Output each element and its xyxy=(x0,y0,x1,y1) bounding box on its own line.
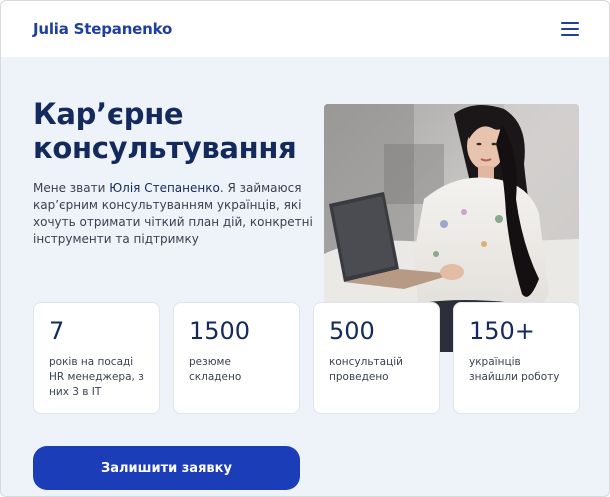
stat-label: українців знайшли роботу xyxy=(469,356,560,383)
brand-logo[interactable]: Julia Stepanenko xyxy=(33,20,172,38)
hero-title: Кар’єрне консультування xyxy=(33,97,323,165)
stat-card: 1500 резюме складено xyxy=(173,302,300,414)
menu-bar xyxy=(561,34,579,36)
hero-text-before: Мене звати xyxy=(33,181,110,195)
menu-bar xyxy=(561,28,579,30)
site-header: Julia Stepanenko xyxy=(1,1,609,57)
hero-description: Мене звати Юлія Степаненко. Я займаюся к… xyxy=(33,180,313,248)
stat-label: резюме складено xyxy=(189,356,242,383)
hero-title-line1: Кар’єрне xyxy=(33,97,184,131)
hero-text-name: Юлія Степаненко xyxy=(109,181,220,195)
stat-card: 7 років на посаді HR менеджера, з них 3 … xyxy=(33,302,160,414)
hamburger-menu-icon[interactable] xyxy=(561,22,579,36)
page: Julia Stepanenko Кар’єрне консультування… xyxy=(0,0,610,497)
stat-value: 7 xyxy=(49,317,65,345)
stat-card: 150+ українців знайшли роботу xyxy=(453,302,580,414)
stat-label: консультацій проведено xyxy=(329,356,403,383)
hero-title-line2: консультування xyxy=(33,131,297,165)
stat-label: років на посаді HR менеджера, з них 3 в … xyxy=(49,356,144,398)
menu-bar xyxy=(561,22,579,24)
stats-row: 7 років на посаді HR менеджера, з них 3 … xyxy=(33,302,580,414)
stat-card: 500 консультацій проведено xyxy=(313,302,440,414)
stat-value: 500 xyxy=(329,317,375,345)
stat-value: 1500 xyxy=(189,317,251,345)
submit-request-button[interactable]: Залишити заявку xyxy=(33,446,300,490)
stat-value: 150+ xyxy=(469,317,535,345)
